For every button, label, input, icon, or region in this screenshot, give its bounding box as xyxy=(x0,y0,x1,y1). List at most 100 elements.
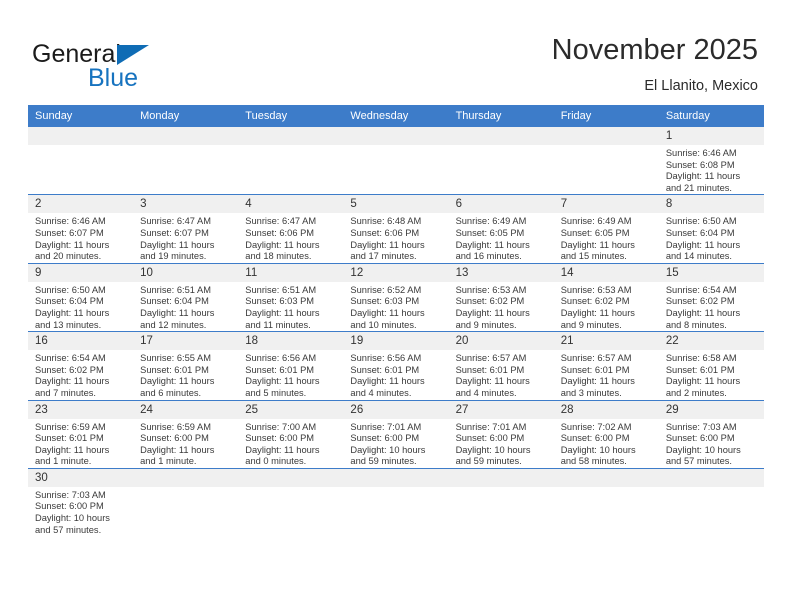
calendar-day-cell-empty xyxy=(553,127,659,195)
sunrise-text: Sunrise: 6:56 AM xyxy=(245,353,317,364)
daylight-text-line2: and 1 minute. xyxy=(35,456,92,467)
day-number: 21 xyxy=(553,332,659,351)
daylight-text-line1: Daylight: 11 hours xyxy=(140,307,215,318)
sunset-text: Sunset: 6:04 PM xyxy=(140,296,209,307)
day-number: 20 xyxy=(448,332,554,351)
calendar-day-cell[interactable]: 16 Sunrise: 6:54 AM Sunset: 6:02 PM Dayligh… xyxy=(28,331,134,400)
sunrise-text: Sunrise: 6:56 AM xyxy=(350,353,422,364)
daylight-text-line1: Daylight: 11 hours xyxy=(560,307,635,318)
day-number-empty xyxy=(658,468,764,487)
sunset-text: Sunset: 6:02 PM xyxy=(455,296,525,307)
daylight-text-line1: Daylight: 11 hours xyxy=(350,376,425,387)
day-detail-block: Sunrise: 6:59 AM Sunset: 6:00 PM Daylight:… xyxy=(133,419,238,468)
day-number-empty xyxy=(133,127,239,145)
daylight-text-line2: and 20 minutes. xyxy=(35,251,102,262)
day-number: 24 xyxy=(133,400,239,419)
sunset-text: Sunset: 6:06 PM xyxy=(245,227,315,238)
sunrise-text: Sunrise: 7:03 AM xyxy=(35,489,106,500)
daylight-text-line1: Daylight: 11 hours xyxy=(140,444,215,455)
calendar-day-cell[interactable]: 29 Sunrise: 7:03 AM Sunset: 6:00 PM Dayligh… xyxy=(658,399,764,469)
calendar-day-cell[interactable]: 30 Sunrise: 7:03 AM Sunset: 6:00 PM Dayligh… xyxy=(28,467,134,537)
day-detail-block: Sunrise: 6:48 AM Sunset: 6:06 PM Daylight:… xyxy=(343,213,448,262)
calendar-day-cell[interactable]: 10 Sunrise: 6:51 AM Sunset: 6:04 PM Dayligh… xyxy=(133,262,239,332)
calendar-day-cell[interactable]: 25 Sunrise: 7:00 AM Sunset: 6:00 PM Dayligh… xyxy=(238,399,344,469)
calendar-day-cell[interactable]: 23 Sunrise: 6:59 AM Sunset: 6:01 PM Dayligh… xyxy=(28,399,134,469)
day-number: 23 xyxy=(28,400,134,419)
calendar-day-cell[interactable]: 4 Sunrise: 6:47 AM Sunset: 6:06 PM Daylight… xyxy=(238,194,344,264)
sunset-text: Sunset: 6:01 PM xyxy=(35,433,104,444)
sunset-text: Sunset: 6:00 PM xyxy=(140,433,209,444)
calendar-day-cell[interactable]: 7 Sunrise: 6:49 AM Sunset: 6:05 PM Daylight… xyxy=(553,194,659,264)
calendar-day-cell[interactable]: 26 Sunrise: 7:01 AM Sunset: 6:00 PM Dayligh… xyxy=(343,399,449,469)
calendar-day-cell-empty xyxy=(448,467,554,537)
calendar-day-cell[interactable]: 18 Sunrise: 6:56 AM Sunset: 6:01 PM Dayligh… xyxy=(238,331,344,400)
calendar-page: General Blue November 2025 El Llanito, M… xyxy=(0,0,792,612)
sunset-text: Sunset: 6:01 PM xyxy=(665,364,735,375)
sunset-text: Sunset: 6:06 PM xyxy=(350,227,420,238)
day-number-empty xyxy=(448,468,554,487)
calendar-day-cell[interactable]: 2 Sunrise: 6:46 AM Sunset: 6:07 PM Daylight… xyxy=(28,194,134,264)
calendar-day-cell[interactable]: 19 Sunrise: 6:56 AM Sunset: 6:01 PM Dayligh… xyxy=(343,331,449,400)
sunset-text: Sunset: 6:01 PM xyxy=(455,364,525,375)
daylight-text-line2: and 5 minutes. xyxy=(245,387,307,398)
calendar-day-cell[interactable]: 11 Sunrise: 6:51 AM Sunset: 6:03 PM Dayligh… xyxy=(238,262,344,332)
calendar-day-cell[interactable]: 28 Sunrise: 7:02 AM Sunset: 6:00 PM Dayligh… xyxy=(553,399,659,469)
sunrise-text: Sunrise: 6:54 AM xyxy=(665,284,737,295)
calendar-day-cell[interactable]: 20 Sunrise: 6:57 AM Sunset: 6:01 PM Dayligh… xyxy=(448,331,554,400)
calendar-day-cell[interactable]: 15 Sunrise: 6:54 AM Sunset: 6:02 PM Dayligh… xyxy=(658,262,764,332)
calendar-day-cell[interactable]: 3 Sunrise: 6:47 AM Sunset: 6:07 PM Daylight… xyxy=(133,194,239,264)
sunset-text: Sunset: 6:08 PM xyxy=(665,159,735,170)
calendar-day-cell[interactable]: 24 Sunrise: 6:59 AM Sunset: 6:00 PM Dayligh… xyxy=(133,399,239,469)
day-number: 9 xyxy=(28,263,134,282)
day-number-empty xyxy=(133,468,239,487)
calendar-day-cell[interactable]: 17 Sunrise: 6:55 AM Sunset: 6:01 PM Dayligh… xyxy=(133,331,239,400)
sunset-text: Sunset: 6:07 PM xyxy=(140,227,209,238)
day-detail-block: Sunrise: 6:57 AM Sunset: 6:01 PM Daylight:… xyxy=(449,350,554,399)
sunset-text: Sunset: 6:04 PM xyxy=(665,227,735,238)
daylight-text-line1: Daylight: 10 hours xyxy=(350,444,426,455)
sunset-text: Sunset: 6:05 PM xyxy=(560,227,630,238)
daylight-text-line2: and 8 minutes. xyxy=(665,319,727,330)
day-number-empty xyxy=(343,127,449,145)
calendar-day-cell[interactable]: 22 Sunrise: 6:58 AM Sunset: 6:01 PM Dayligh… xyxy=(658,331,764,400)
daylight-text-line2: and 14 minutes. xyxy=(665,251,732,262)
sunrise-text: Sunrise: 6:50 AM xyxy=(35,284,106,295)
daylight-text-line1: Daylight: 11 hours xyxy=(665,239,741,250)
sunrise-text: Sunrise: 7:01 AM xyxy=(350,421,422,432)
sunrise-text: Sunrise: 6:57 AM xyxy=(560,353,632,364)
calendar-day-cell-empty xyxy=(553,467,659,537)
calendar-day-cell[interactable]: 12 Sunrise: 6:52 AM Sunset: 6:03 PM Dayligh… xyxy=(343,262,449,332)
daylight-text-line2: and 7 minutes. xyxy=(35,387,96,398)
calendar-day-cell[interactable]: 14 Sunrise: 6:53 AM Sunset: 6:02 PM Dayligh… xyxy=(553,262,659,332)
calendar-day-cell[interactable]: 27 Sunrise: 7:01 AM Sunset: 6:00 PM Dayligh… xyxy=(448,399,554,469)
page-header: General Blue November 2025 El Llanito, M… xyxy=(0,0,792,100)
calendar-day-cell[interactable]: 21 Sunrise: 6:57 AM Sunset: 6:01 PM Dayligh… xyxy=(553,331,659,400)
daylight-text-line2: and 13 minutes. xyxy=(35,319,102,330)
day-number: 27 xyxy=(448,400,554,419)
calendar-day-cell[interactable]: 8 Sunrise: 6:50 AM Sunset: 6:04 PM Daylight… xyxy=(658,194,764,264)
sunset-text: Sunset: 6:00 PM xyxy=(350,433,420,444)
calendar-day-cell[interactable]: 6 Sunrise: 6:49 AM Sunset: 6:05 PM Daylight… xyxy=(448,194,554,264)
day-detail-block: Sunrise: 6:46 AM Sunset: 6:07 PM Daylight:… xyxy=(28,213,133,262)
day-detail-block: Sunrise: 7:03 AM Sunset: 6:00 PM Daylight:… xyxy=(28,487,133,536)
calendar-day-cell[interactable]: 1 Sunrise: 6:46 AM Sunset: 6:08 PM Daylight… xyxy=(658,127,764,195)
sunset-text: Sunset: 6:04 PM xyxy=(35,296,104,307)
sunrise-text: Sunrise: 7:01 AM xyxy=(455,421,527,432)
sunrise-text: Sunrise: 6:46 AM xyxy=(665,148,737,158)
sunset-text: Sunset: 6:01 PM xyxy=(350,364,420,375)
daylight-text-line2: and 59 minutes. xyxy=(455,456,522,467)
sunrise-text: Sunrise: 6:51 AM xyxy=(245,284,317,295)
daylight-text-line2: and 10 minutes. xyxy=(350,319,417,330)
calendar-day-cell[interactable]: 13 Sunrise: 6:53 AM Sunset: 6:02 PM Dayligh… xyxy=(448,262,554,332)
sunset-text: Sunset: 6:00 PM xyxy=(560,433,630,444)
calendar-day-cell-empty xyxy=(133,467,239,537)
daylight-text-line1: Daylight: 11 hours xyxy=(560,376,635,387)
calendar-day-cell[interactable]: 9 Sunrise: 6:50 AM Sunset: 6:04 PM Daylight… xyxy=(28,262,134,332)
daylight-text-line1: Daylight: 11 hours xyxy=(35,307,110,318)
daylight-text-line1: Daylight: 11 hours xyxy=(455,239,530,250)
daylight-text-line2: and 18 minutes. xyxy=(245,251,312,262)
calendar-week-row: 23 Sunrise: 6:59 AM Sunset: 6:01 PM Dayligh… xyxy=(28,399,764,469)
daylight-text-line2: and 15 minutes. xyxy=(560,251,627,262)
sunrise-text: Sunrise: 6:53 AM xyxy=(455,284,527,295)
calendar-day-cell[interactable]: 5 Sunrise: 6:48 AM Sunset: 6:06 PM Daylight… xyxy=(343,194,449,264)
